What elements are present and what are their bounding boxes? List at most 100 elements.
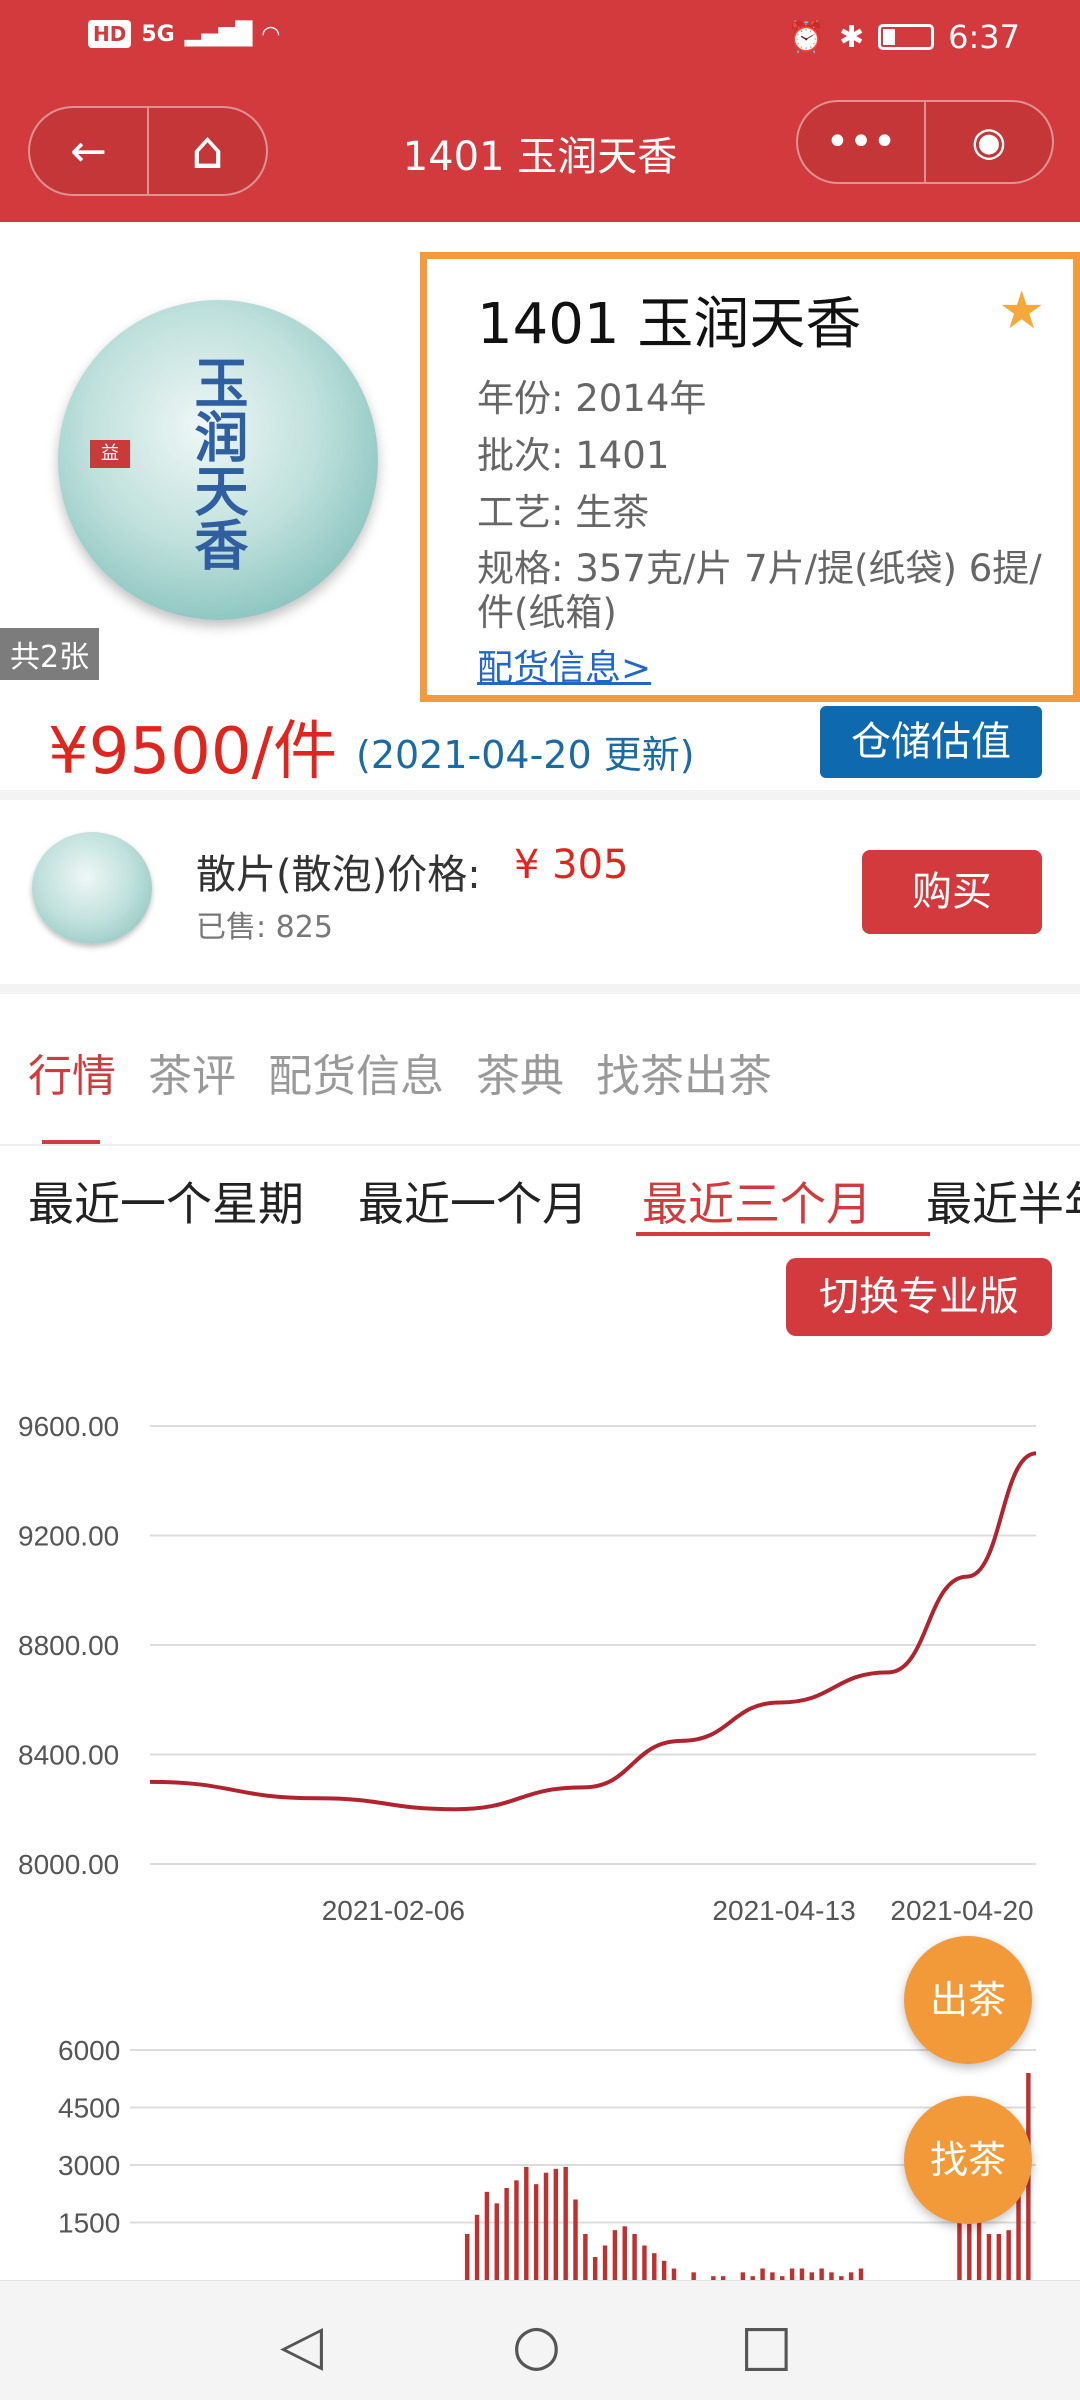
volume-bar <box>514 2180 519 2280</box>
divider <box>0 984 1080 994</box>
volume-bar <box>799 2268 805 2280</box>
volume-bar <box>583 2234 588 2280</box>
tab-distribution[interactable]: 配货信息 <box>268 1040 444 1104</box>
nav-recents-icon[interactable]: □ <box>740 2313 793 2378</box>
buy-button[interactable]: 购买 <box>862 850 1042 934</box>
volume-bar <box>484 2191 490 2280</box>
volume-bar <box>740 2272 746 2280</box>
divider <box>0 1144 1080 1146</box>
tab-find-sell[interactable]: 找茶出茶 <box>596 1040 772 1104</box>
volume-bar <box>829 2272 834 2280</box>
brand-logo: 益 <box>90 440 130 468</box>
miniapp-capsule: ••• ◉ <box>796 100 1054 184</box>
nav-home-icon[interactable]: ○ <box>512 2313 561 2378</box>
volume-bar <box>819 2268 824 2280</box>
volume-bar <box>632 2234 637 2280</box>
y-tick-label: 4500 <box>58 2093 120 2124</box>
clock: 6:37 <box>948 18 1020 56</box>
volume-bar <box>642 2245 647 2280</box>
x-tick-label: 2021-04-20 <box>890 1895 1033 1926</box>
sell-tea-button[interactable]: 出茶 <box>904 1936 1032 2064</box>
volume-bar <box>691 2272 696 2280</box>
volume-bar <box>465 2234 470 2280</box>
nav-back-icon[interactable]: ◁ <box>280 2313 323 2378</box>
volume-bar <box>504 2188 509 2280</box>
product-info-box: 1401 玉润天香 ★ 年份: 2014年 批次: 1401 工艺: 生茶 规格… <box>420 252 1080 702</box>
tea-label-script: 玉润天香 <box>185 355 249 571</box>
volume-bar <box>602 2245 608 2280</box>
volume-bar <box>474 2214 480 2280</box>
sold-count: 已售: 825 <box>196 910 333 945</box>
tab-reviews[interactable]: 茶评 <box>148 1040 236 1104</box>
bluetooth-icon: ✱ <box>839 19 865 55</box>
volume-bar <box>967 2214 972 2280</box>
volume-bar <box>986 2234 992 2280</box>
divider <box>0 790 1080 800</box>
distribution-info-link[interactable]: 配货信息> <box>477 639 1043 691</box>
volume-bar <box>553 2168 559 2280</box>
status-bar: HD 5G ▂▄▆█ ◠ ⏰ ✱ 6:37 <box>0 0 1080 80</box>
volume-bar <box>770 2272 775 2280</box>
favorite-star-icon[interactable]: ★ <box>998 281 1045 341</box>
y-tick-label: 1500 <box>58 2208 120 2239</box>
volume-bar <box>661 2260 667 2280</box>
signal-5g-icon: 5G <box>141 21 175 47</box>
product-batch: 批次: 1401 <box>477 434 670 477</box>
nav-bar: 1401 玉润天香 ← ⌂ ••• ◉ <box>0 80 1080 222</box>
product-image[interactable]: 益 玉润天香 <box>58 300 378 620</box>
back-arrow-icon: ← <box>70 125 107 177</box>
more-dots-icon: ••• <box>825 119 897 165</box>
y-tick-label: 8400.00 <box>18 1740 119 1771</box>
back-button[interactable]: ← <box>30 108 149 194</box>
range-three-months[interactable]: 最近三个月 <box>642 1168 872 1234</box>
y-tick-label: 8000.00 <box>18 1849 119 1880</box>
range-half-year[interactable]: 最近半年 <box>926 1168 1080 1234</box>
volume-bar <box>652 2253 657 2280</box>
nav-capsule: ← ⌂ <box>28 106 268 196</box>
range-indicator <box>636 1232 930 1236</box>
more-button[interactable]: ••• <box>798 102 926 182</box>
volume-bar <box>593 2257 598 2280</box>
tab-encyclopedia[interactable]: 茶典 <box>476 1040 564 1104</box>
volume-bar <box>524 2166 529 2280</box>
loose-price-label: 散片(散泡)价格: <box>196 852 481 898</box>
tab-bar: 行情 茶评 配货信息 茶典 找茶出茶 <box>28 1040 772 1104</box>
loose-price-value: ¥ 305 <box>514 842 629 888</box>
y-tick-label: 9200.00 <box>18 1521 119 1552</box>
close-miniapp-button[interactable]: ◉ <box>926 102 1052 182</box>
switch-pro-button[interactable]: 切换专业版 <box>786 1258 1052 1336</box>
y-tick-label: 9600.00 <box>18 1411 119 1442</box>
volume-bar <box>976 2218 982 2280</box>
price-updated: (2021-04-20 更新) <box>356 733 695 777</box>
volume-bar <box>494 2203 499 2280</box>
y-tick-label: 3000 <box>58 2150 120 2181</box>
volume-bar <box>543 2172 549 2280</box>
price-line <box>149 1451 1037 1812</box>
volume-bar <box>789 2268 795 2280</box>
volume-bar <box>573 2199 578 2280</box>
range-month[interactable]: 最近一个月 <box>358 1168 588 1234</box>
tab-market[interactable]: 行情 <box>28 1040 116 1104</box>
product-year: 年份: 2014年 <box>477 377 707 420</box>
home-button[interactable]: ⌂ <box>149 108 266 194</box>
range-week[interactable]: 最近一个星期 <box>28 1168 304 1234</box>
volume-bar <box>858 2268 864 2280</box>
volume-bar <box>996 2234 1002 2280</box>
home-icon: ⌂ <box>190 121 224 181</box>
battery-icon <box>878 24 935 50</box>
wifi-icon: ◠ <box>262 21 280 47</box>
alarm-icon: ⏰ <box>787 19 825 55</box>
y-tick-label: 8800.00 <box>18 1630 119 1661</box>
image-count-badge: 共2张 <box>0 628 100 680</box>
volume-bar <box>1006 2230 1011 2280</box>
range-selector: 最近一个星期 最近一个月 最近三个月 最近半年 <box>28 1168 1080 1234</box>
product-spec: 规格: 357克/片 7片/提(纸袋) 6提/件(纸箱) <box>477 547 1042 634</box>
product-price: ¥9500/件 <box>48 715 338 789</box>
signal-bars-icon: ▂▄▆█ <box>184 21 253 47</box>
product-craft: 工艺: 生茶 <box>477 491 650 534</box>
volume-bar <box>809 2272 815 2280</box>
system-nav-bar: ◁ ○ □ <box>0 2280 1080 2400</box>
storage-valuation-button[interactable]: 仓储估值 <box>820 706 1042 778</box>
find-tea-button[interactable]: 找茶 <box>904 2096 1032 2224</box>
volume-bar <box>612 2230 618 2280</box>
